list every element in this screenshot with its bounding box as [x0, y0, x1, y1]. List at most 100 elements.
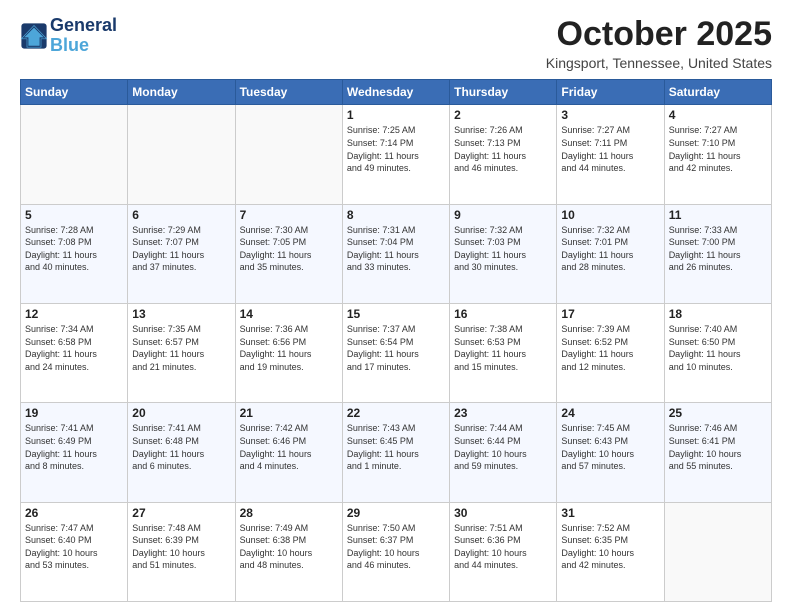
calendar-cell-w5-d7	[664, 502, 771, 601]
day-info: Sunrise: 7:33 AM Sunset: 7:00 PM Dayligh…	[669, 224, 767, 274]
calendar-cell-w1-d5: 2 Sunrise: 7:26 AM Sunset: 7:13 PM Daylig…	[450, 105, 557, 204]
day-info: Sunrise: 7:49 AM Sunset: 6:38 PM Dayligh…	[240, 522, 338, 572]
day-number: 24	[561, 406, 659, 420]
day-number: 23	[454, 406, 552, 420]
day-info: Sunrise: 7:45 AM Sunset: 6:43 PM Dayligh…	[561, 422, 659, 472]
day-info: Sunrise: 7:42 AM Sunset: 6:46 PM Dayligh…	[240, 422, 338, 472]
day-info: Sunrise: 7:26 AM Sunset: 7:13 PM Dayligh…	[454, 124, 552, 174]
day-info: Sunrise: 7:51 AM Sunset: 6:36 PM Dayligh…	[454, 522, 552, 572]
calendar-cell-w3-d6: 17 Sunrise: 7:39 AM Sunset: 6:52 PM Dayli…	[557, 304, 664, 403]
calendar-cell-w2-d3: 7Sunrise: 7:30 AM Sunset: 7:05 PM Daylig…	[235, 204, 342, 303]
calendar-table: Sunday Monday Tuesday Wednesday Thursday…	[20, 79, 772, 602]
day-info: Sunrise: 7:50 AM Sunset: 6:37 PM Dayligh…	[347, 522, 445, 572]
day-info: Sunrise: 7:27 AM Sunset: 7:11 PM Dayligh…	[561, 124, 659, 174]
day-info: Sunrise: 7:37 AM Sunset: 6:54 PM Dayligh…	[347, 323, 445, 373]
calendar-cell-w1-d4: 1 Sunrise: 7:25 AM Sunset: 7:14 PM Daylig…	[342, 105, 449, 204]
calendar-cell-w4-d4: 22 Sunrise: 7:43 AM Sunset: 6:45 PM Dayli…	[342, 403, 449, 502]
day-info: Sunrise: 7:32 AM Sunset: 7:01 PM Dayligh…	[561, 224, 659, 274]
day-info: Sunrise: 7:35 AM Sunset: 6:57 PM Dayligh…	[132, 323, 230, 373]
day-number: 22	[347, 406, 445, 420]
logo-line1: General	[50, 16, 117, 36]
day-number: 5	[25, 208, 123, 222]
calendar-cell-w1-d7: 4Sunrise: 7:27 AM Sunset: 7:10 PM Daylig…	[664, 105, 771, 204]
day-info: Sunrise: 7:25 AM Sunset: 7:14 PM Dayligh…	[347, 124, 445, 174]
title-block: October 2025 Kingsport, Tennessee, Unite…	[546, 16, 772, 71]
day-number: 1	[347, 108, 445, 122]
calendar-cell-w5-d4: 29 Sunrise: 7:50 AM Sunset: 6:37 PM Dayli…	[342, 502, 449, 601]
calendar-cell-w1-d1	[21, 105, 128, 204]
col-thursday: Thursday	[450, 80, 557, 105]
day-number: 16	[454, 307, 552, 321]
day-number: 21	[240, 406, 338, 420]
day-info: Sunrise: 7:31 AM Sunset: 7:04 PM Dayligh…	[347, 224, 445, 274]
calendar-cell-w5-d5: 30 Sunrise: 7:51 AM Sunset: 6:36 PM Dayli…	[450, 502, 557, 601]
calendar-cell-w4-d7: 25 Sunrise: 7:46 AM Sunset: 6:41 PM Dayli…	[664, 403, 771, 502]
calendar-cell-w2-d6: 10 Sunrise: 7:32 AM Sunset: 7:01 PM Dayli…	[557, 204, 664, 303]
day-number: 2	[454, 108, 552, 122]
calendar-cell-w3-d5: 16 Sunrise: 7:38 AM Sunset: 6:53 PM Dayli…	[450, 304, 557, 403]
calendar-cell-w2-d2: 6Sunrise: 7:29 AM Sunset: 7:07 PM Daylig…	[128, 204, 235, 303]
calendar-cell-w5-d6: 31 Sunrise: 7:52 AM Sunset: 6:35 PM Dayli…	[557, 502, 664, 601]
day-info: Sunrise: 7:47 AM Sunset: 6:40 PM Dayligh…	[25, 522, 123, 572]
page: General Blue October 2025 Kingsport, Ten…	[0, 0, 792, 612]
col-monday: Monday	[128, 80, 235, 105]
day-info: Sunrise: 7:39 AM Sunset: 6:52 PM Dayligh…	[561, 323, 659, 373]
day-number: 29	[347, 506, 445, 520]
day-info: Sunrise: 7:38 AM Sunset: 6:53 PM Dayligh…	[454, 323, 552, 373]
calendar-week-3: 12 Sunrise: 7:34 AM Sunset: 6:58 PM Dayli…	[21, 304, 772, 403]
day-info: Sunrise: 7:34 AM Sunset: 6:58 PM Dayligh…	[25, 323, 123, 373]
day-number: 26	[25, 506, 123, 520]
day-number: 10	[561, 208, 659, 222]
day-number: 8	[347, 208, 445, 222]
day-number: 30	[454, 506, 552, 520]
day-number: 7	[240, 208, 338, 222]
day-number: 31	[561, 506, 659, 520]
day-number: 12	[25, 307, 123, 321]
col-saturday: Saturday	[664, 80, 771, 105]
logo: General Blue	[20, 16, 117, 56]
day-info: Sunrise: 7:43 AM Sunset: 6:45 PM Dayligh…	[347, 422, 445, 472]
day-info: Sunrise: 7:36 AM Sunset: 6:56 PM Dayligh…	[240, 323, 338, 373]
day-info: Sunrise: 7:46 AM Sunset: 6:41 PM Dayligh…	[669, 422, 767, 472]
calendar-cell-w3-d1: 12 Sunrise: 7:34 AM Sunset: 6:58 PM Dayli…	[21, 304, 128, 403]
col-tuesday: Tuesday	[235, 80, 342, 105]
subtitle: Kingsport, Tennessee, United States	[546, 55, 772, 71]
calendar-cell-w3-d3: 14 Sunrise: 7:36 AM Sunset: 6:56 PM Dayli…	[235, 304, 342, 403]
day-info: Sunrise: 7:28 AM Sunset: 7:08 PM Dayligh…	[25, 224, 123, 274]
logo-text: General Blue	[50, 16, 117, 56]
day-number: 14	[240, 307, 338, 321]
day-number: 9	[454, 208, 552, 222]
day-number: 25	[669, 406, 767, 420]
header: General Blue October 2025 Kingsport, Ten…	[20, 16, 772, 71]
col-sunday: Sunday	[21, 80, 128, 105]
calendar-cell-w3-d7: 18 Sunrise: 7:40 AM Sunset: 6:50 PM Dayli…	[664, 304, 771, 403]
calendar-cell-w5-d2: 27Sunrise: 7:48 AM Sunset: 6:39 PM Dayli…	[128, 502, 235, 601]
calendar-cell-w4-d1: 19Sunrise: 7:41 AM Sunset: 6:49 PM Dayli…	[21, 403, 128, 502]
calendar-cell-w1-d2	[128, 105, 235, 204]
day-number: 20	[132, 406, 230, 420]
day-info: Sunrise: 7:29 AM Sunset: 7:07 PM Dayligh…	[132, 224, 230, 274]
day-info: Sunrise: 7:40 AM Sunset: 6:50 PM Dayligh…	[669, 323, 767, 373]
day-info: Sunrise: 7:52 AM Sunset: 6:35 PM Dayligh…	[561, 522, 659, 572]
calendar-cell-w2-d7: 11 Sunrise: 7:33 AM Sunset: 7:00 PM Dayli…	[664, 204, 771, 303]
calendar-cell-w3-d2: 13Sunrise: 7:35 AM Sunset: 6:57 PM Dayli…	[128, 304, 235, 403]
col-wednesday: Wednesday	[342, 80, 449, 105]
logo-icon	[20, 22, 48, 50]
day-info: Sunrise: 7:41 AM Sunset: 6:49 PM Dayligh…	[25, 422, 123, 472]
calendar-cell-w2-d1: 5 Sunrise: 7:28 AM Sunset: 7:08 PM Daylig…	[21, 204, 128, 303]
calendar-cell-w1-d6: 3Sunrise: 7:27 AM Sunset: 7:11 PM Daylig…	[557, 105, 664, 204]
calendar-cell-w4-d6: 24 Sunrise: 7:45 AM Sunset: 6:43 PM Dayli…	[557, 403, 664, 502]
calendar-cell-w1-d3	[235, 105, 342, 204]
calendar-cell-w2-d5: 9Sunrise: 7:32 AM Sunset: 7:03 PM Daylig…	[450, 204, 557, 303]
calendar-cell-w4-d2: 20Sunrise: 7:41 AM Sunset: 6:48 PM Dayli…	[128, 403, 235, 502]
day-info: Sunrise: 7:44 AM Sunset: 6:44 PM Dayligh…	[454, 422, 552, 472]
calendar-cell-w5-d3: 28 Sunrise: 7:49 AM Sunset: 6:38 PM Dayli…	[235, 502, 342, 601]
calendar-cell-w5-d1: 26 Sunrise: 7:47 AM Sunset: 6:40 PM Dayli…	[21, 502, 128, 601]
day-number: 18	[669, 307, 767, 321]
day-number: 11	[669, 208, 767, 222]
calendar-header-row: Sunday Monday Tuesday Wednesday Thursday…	[21, 80, 772, 105]
calendar-week-4: 19Sunrise: 7:41 AM Sunset: 6:49 PM Dayli…	[21, 403, 772, 502]
day-number: 28	[240, 506, 338, 520]
day-number: 17	[561, 307, 659, 321]
day-number: 27	[132, 506, 230, 520]
